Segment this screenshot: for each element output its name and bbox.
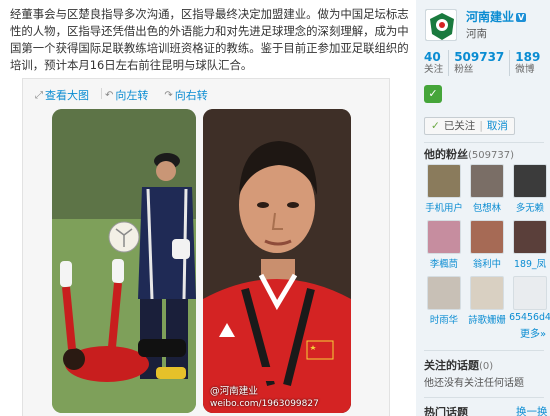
fan-avatar[interactable] — [427, 276, 461, 310]
fan-avatar[interactable] — [513, 220, 547, 254]
fans-count: (509737) — [468, 150, 514, 161]
media-toolbar: ⤢ 查看大图 ↶ 向左转 ↷ 向右转 — [35, 87, 208, 103]
sidebar-divider — [424, 142, 544, 143]
profile-stats: 40 关注 509737 粉丝 189 微博 — [424, 50, 545, 76]
follow-status-button[interactable]: ✓ 已关注 | 取消 — [424, 117, 515, 135]
fan-item[interactable]: 翁利中 — [467, 220, 507, 270]
fan-name[interactable]: 李楓茼 — [430, 256, 458, 270]
sidebar-divider — [424, 350, 544, 351]
fans-title-text: 他的粉丝 — [424, 148, 468, 161]
fan-item[interactable]: 包想林 — [467, 164, 507, 214]
profile-name[interactable]: 河南建业 V — [466, 8, 527, 25]
rotate-left-button[interactable]: ↶ 向左转 — [105, 87, 148, 103]
sidebar-divider — [424, 397, 544, 398]
check-icon: ✓ — [431, 120, 440, 132]
portrait-photo[interactable] — [203, 109, 351, 413]
follow-status-label: 已关注 — [443, 120, 476, 132]
rotate-right-label: 向右转 — [174, 89, 208, 102]
fan-item[interactable]: 65456d4 — [509, 276, 550, 326]
club-logo-icon — [426, 10, 456, 40]
fan-item[interactable]: 詩歌姗姗 — [467, 276, 507, 326]
training-photo[interactable] — [52, 109, 196, 413]
fan-item[interactable]: 时雨华 — [424, 276, 464, 326]
portrait-photo-illustration — [203, 109, 351, 413]
topics-title-text: 关注的话题 — [424, 359, 479, 372]
post-text: 经董事会与区楚良指导多次沟通，区指导最终决定加盟建业。做为中国足坛标志性的人物，… — [10, 7, 409, 72]
medal-icon[interactable]: ✓ — [424, 85, 442, 103]
topics-empty-text: 他还没有关注任何话题 — [424, 378, 524, 389]
profile-location: 河南 — [466, 28, 487, 40]
stat-following[interactable]: 40 关注 — [424, 50, 450, 76]
stat-posts-label: 微博 — [515, 64, 535, 75]
fan-avatar[interactable] — [470, 220, 504, 254]
zoom-in-icon: ⤢ — [35, 89, 43, 101]
verified-icon: V — [516, 13, 527, 22]
fans-grid: 手机用户 包想林 多无赖 李楓茼 翁利中 189_凤 时雨华 詩歌姗姗 6545… — [424, 164, 550, 326]
fan-avatar[interactable] — [513, 164, 547, 198]
more-fans-link[interactable]: 更多» — [520, 325, 546, 340]
fan-name[interactable]: 翁利中 — [473, 256, 501, 270]
fans-section-title: 他的粉丝(509737) — [424, 146, 514, 162]
fan-item[interactable]: 李楓茼 — [424, 220, 464, 270]
rotate-left-icon: ↶ — [105, 89, 114, 101]
fan-avatar[interactable] — [427, 220, 461, 254]
profile-sidebar: 河南建业 V 河南 40 关注 509737 粉丝 189 微博 ✓ ✓ 已关注 … — [416, 0, 550, 416]
post-main-column: 经董事会与区楚良指导多次沟通，区指导最终决定加盟建业。做为中国足坛标志性的人物，… — [0, 0, 416, 416]
watermark-handle: @河南建业 — [210, 386, 258, 397]
rotate-right-button[interactable]: ↷ 向右转 — [164, 87, 207, 103]
fan-name[interactable]: 包想林 — [473, 200, 501, 214]
toolbar-divider — [101, 88, 102, 99]
fan-avatar[interactable] — [427, 164, 461, 198]
fan-name[interactable]: 65456d4 — [509, 312, 550, 323]
image-watermark: @河南建业 weibo.com/1963099827 — [210, 386, 319, 410]
stat-following-label: 关注 — [424, 64, 444, 75]
media-box: ⤢ 查看大图 ↶ 向左转 ↷ 向右转 — [22, 78, 390, 416]
hot-topics-title: 热门话题 — [424, 406, 468, 416]
fan-avatar[interactable] — [513, 276, 547, 310]
profile-name-text: 河南建业 — [466, 10, 515, 24]
stat-fans-label: 粉丝 — [454, 64, 474, 75]
fan-item[interactable]: 手机用户 — [424, 164, 464, 214]
stat-fans[interactable]: 509737 粉丝 — [449, 50, 511, 76]
topics-section-title: 关注的话题(0) — [424, 357, 493, 373]
fan-name[interactable]: 时雨华 — [430, 312, 458, 326]
fan-item[interactable]: 189_凤 — [510, 220, 550, 270]
stat-fans-num: 509737 — [454, 50, 505, 64]
fan-name[interactable]: 手机用户 — [425, 200, 463, 214]
fan-name[interactable]: 多无赖 — [516, 200, 544, 214]
rotate-left-label: 向左转 — [115, 89, 149, 102]
fan-item[interactable]: 多无赖 — [510, 164, 550, 214]
watermark-url: weibo.com/1963099827 — [210, 399, 319, 409]
topics-count: (0) — [479, 361, 494, 372]
training-photo-illustration — [52, 109, 196, 413]
view-large-label: 查看大图 — [45, 89, 89, 102]
fan-name[interactable]: 189_凤 — [514, 256, 546, 270]
unfollow-button[interactable]: 取消 — [487, 118, 508, 134]
fan-name[interactable]: 詩歌姗姗 — [468, 312, 506, 326]
stat-posts-num: 189 — [515, 50, 541, 64]
follow-separator: | — [479, 120, 483, 132]
stat-following-num: 40 — [424, 50, 441, 64]
stat-posts[interactable]: 189 微博 — [510, 50, 545, 76]
rotate-right-icon: ↷ — [164, 89, 173, 101]
fan-avatar[interactable] — [470, 164, 504, 198]
profile-avatar[interactable] — [425, 9, 457, 41]
refresh-topics-link[interactable]: 换一换 — [516, 404, 548, 416]
view-large-button[interactable]: ⤢ 查看大图 — [35, 87, 89, 103]
fan-avatar[interactable] — [470, 276, 504, 310]
